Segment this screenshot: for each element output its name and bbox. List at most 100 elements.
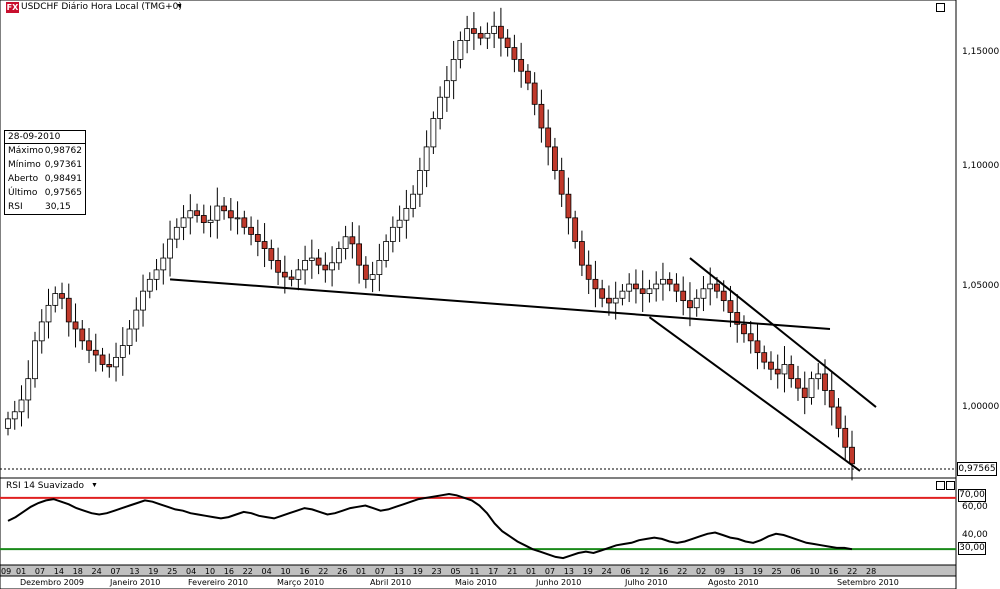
candle-body (308, 257, 315, 261)
axis-day-label: 24 (601, 567, 612, 576)
axis-day-label: 25 (167, 567, 178, 576)
candle-body (727, 300, 734, 313)
candle-body (133, 309, 140, 330)
axis-day-label: 13 (129, 567, 140, 576)
last-price-badge: 0,97565 (957, 462, 997, 476)
candle-body (248, 226, 254, 235)
candle-body (403, 207, 410, 221)
candle-body (491, 25, 498, 34)
candle-body (477, 32, 484, 39)
candle-body (511, 47, 518, 60)
candle-body (200, 215, 207, 223)
candle-body (545, 127, 552, 148)
candle-body (140, 290, 146, 311)
channel-upper-line (689, 257, 877, 408)
candle-body (5, 418, 11, 429)
candle-body (173, 226, 180, 240)
rsi-title: RSI 14 Suavizado (6, 481, 85, 491)
rsi-oversold-badge: 30,00 (958, 542, 986, 555)
axis-day-label: 28 (866, 567, 877, 576)
axis-day-label: 22 (847, 567, 858, 576)
axis-day-label: 06 (790, 567, 801, 576)
candle-body (646, 288, 653, 294)
candle-body (801, 387, 808, 398)
axis-month-label: Abril 2010 (370, 578, 412, 587)
axis-day-label: 19 (752, 567, 763, 576)
candle-body (565, 193, 572, 219)
candle-body (606, 297, 612, 304)
price-tick-label: 1,15000 (962, 47, 1000, 57)
candle-body (329, 262, 335, 271)
axis-month-label: Janeiro 2010 (110, 578, 161, 587)
rsi-overbought-badge: 70,00 (958, 489, 986, 502)
candle-body (518, 58, 525, 72)
candle-body (592, 278, 599, 290)
candle-body (633, 283, 639, 290)
candle-body (207, 219, 214, 223)
candle-body (707, 283, 714, 290)
candle-body (423, 146, 430, 171)
candle-body (369, 274, 376, 280)
axis-day-label: 17 (488, 567, 499, 576)
rsi-dropdown-icon[interactable]: ▼ (91, 482, 98, 489)
axis-day-label: 02 (696, 567, 707, 576)
candle-body (693, 297, 700, 309)
candle-body (396, 219, 403, 228)
candle-body (281, 271, 288, 278)
candle-body (349, 236, 356, 245)
rsi-minimize-button[interactable] (936, 481, 945, 490)
rsi-close-button[interactable] (946, 481, 955, 490)
axis-day-label: 07 (110, 567, 121, 576)
candle-body (79, 328, 86, 342)
candle-body (45, 304, 52, 323)
candle-body (450, 58, 457, 82)
candle-body (342, 236, 349, 249)
axis-day-label: 10 (809, 567, 820, 576)
candle-body (626, 283, 633, 292)
candles-group (5, 7, 855, 481)
axis-day-label: 19 (148, 567, 159, 576)
candle-body (815, 373, 822, 380)
candle-body (599, 288, 606, 299)
axis-day-label: 04 (186, 567, 197, 576)
price-panel-frame (0, 0, 957, 479)
candle-body (579, 241, 585, 266)
axis-day-label: 09 (714, 567, 726, 576)
candle-body (687, 300, 693, 309)
axis-month-label: Agosto 2010 (708, 578, 759, 587)
candle-body (227, 210, 234, 219)
candle-body (268, 248, 275, 261)
candle-body (221, 205, 227, 212)
candle-body (680, 290, 687, 302)
axis-day-label: 06 (620, 567, 631, 576)
axis-day-label: 13 (393, 567, 404, 576)
axis-day-label: 16 (828, 567, 839, 576)
candle-body (504, 37, 511, 48)
candle-body (538, 103, 545, 129)
candle-body (25, 378, 32, 401)
candle-body (160, 257, 167, 271)
rsi-group (0, 492, 956, 560)
axis-day-label: 16 (223, 567, 234, 576)
candle-body (416, 170, 423, 195)
axis-day-label: 26 (337, 567, 348, 576)
candle-body (146, 278, 153, 292)
candle-body (241, 217, 248, 228)
axis-day-label: 19 (412, 567, 423, 576)
candle-body (362, 264, 369, 280)
candle-body (612, 297, 619, 304)
axis-month-label: Junho 2010 (536, 578, 582, 587)
candle-body (484, 32, 491, 39)
candle-body (849, 446, 855, 465)
candle-body (720, 290, 727, 302)
candle-body (443, 80, 450, 98)
axis-day-label: 01 (16, 567, 27, 576)
axis-day-label: 19 (582, 567, 593, 576)
candle-body (18, 399, 25, 413)
axis-month-label: Fevereiro 2010 (188, 578, 248, 587)
candle-body (781, 364, 788, 375)
axis-day-label: 04 (261, 567, 272, 576)
candle-body (86, 340, 92, 351)
axis-day-label: 07 (374, 567, 386, 576)
candle-body (72, 321, 79, 330)
